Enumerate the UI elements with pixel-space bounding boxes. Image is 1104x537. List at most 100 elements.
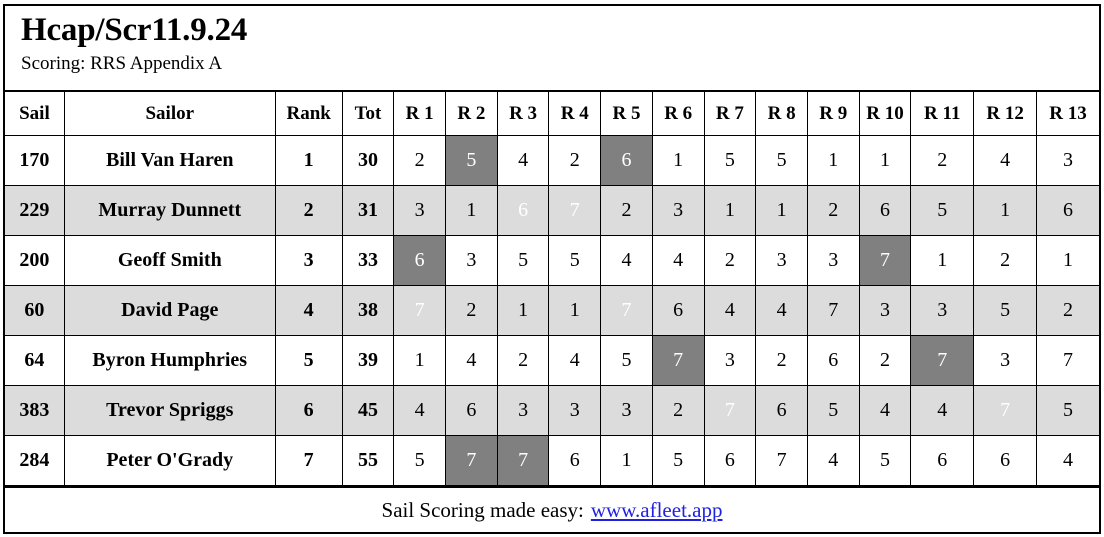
cell-race-score: 4	[600, 235, 653, 287]
column-header-race-1: R 1	[393, 92, 447, 137]
cell-rank: 3	[274, 235, 343, 287]
table-row: 60 David Page 4 38 7 2 1 1 7 6 4 4 7 3 3 5 2	[5, 285, 1099, 337]
column-header-race-11: R 11	[910, 92, 975, 137]
cell-race-score: 5	[973, 285, 1038, 337]
cell-race-score: 4	[445, 335, 498, 387]
cell-total: 33	[341, 235, 395, 287]
cell-race-score: 3	[393, 185, 447, 237]
cell-sail-number: 60	[5, 285, 65, 337]
page-title: Hcap/Scr11.9.24	[21, 12, 248, 48]
cell-race-score-discarded: 7	[910, 335, 975, 387]
cell-race-score: 3	[1036, 135, 1099, 187]
cell-sailor-name: Peter O'Grady	[63, 435, 276, 487]
cell-rank: 1	[274, 135, 343, 187]
cell-total: 31	[341, 185, 395, 237]
cell-race-score: 3	[496, 385, 550, 437]
cell-race-score: 1	[858, 135, 912, 187]
cell-race-score: 4	[755, 285, 808, 337]
header-row: Sail Sailor Rank Tot R 1R 2R 3R 4R 5R 6R…	[5, 92, 1099, 137]
cell-race-score: 6	[806, 335, 860, 387]
cell-race-score: 6	[858, 185, 912, 237]
afleet-link[interactable]: www.afleet.app	[591, 498, 723, 523]
cell-race-score: 7	[806, 285, 860, 337]
cell-race-score-discarded: 7	[858, 235, 912, 287]
cell-race-score: 1	[910, 235, 975, 287]
cell-race-score: 2	[755, 335, 808, 387]
cell-sailor-name: Byron Humphries	[63, 335, 276, 387]
cell-race-score: 1	[755, 185, 808, 237]
cell-race-score: 1	[703, 185, 757, 237]
cell-race-score: 7	[755, 435, 808, 487]
cell-sailor-name: Murray Dunnett	[63, 185, 276, 237]
cell-race-score: 4	[1036, 435, 1099, 487]
cell-race-score: 1	[496, 285, 550, 337]
cell-race-score: 6	[651, 285, 705, 337]
cell-race-score: 2	[548, 135, 602, 187]
cell-race-score: 1	[548, 285, 602, 337]
cell-sail-number: 229	[5, 185, 65, 237]
cell-race-score: 1	[1036, 235, 1099, 287]
cell-race-score: 5	[858, 435, 912, 487]
cell-race-score: 5	[548, 235, 602, 287]
cell-race-score: 4	[651, 235, 705, 287]
cell-sail-number: 170	[5, 135, 65, 187]
cell-race-score-discarded: 7	[703, 385, 757, 437]
cell-race-score: 4	[703, 285, 757, 337]
cell-race-score: 2	[858, 335, 912, 387]
cell-race-score-discarded: 7	[393, 285, 447, 337]
cell-race-score: 6	[973, 435, 1038, 487]
cell-race-score: 2	[393, 135, 447, 187]
column-header-sailor: Sailor	[63, 92, 276, 137]
cell-race-score: 2	[496, 335, 550, 387]
cell-race-score: 3	[806, 235, 860, 287]
column-header-race-5: R 5	[600, 92, 653, 137]
cell-race-score-discarded: 6	[393, 235, 447, 287]
column-header-race-9: R 9	[806, 92, 860, 137]
column-header-race-13: R 13	[1036, 92, 1099, 137]
cell-race-score-discarded: 7	[548, 185, 602, 237]
cell-total: 38	[341, 285, 395, 337]
cell-race-score: 3	[910, 285, 975, 337]
cell-race-score: 1	[445, 185, 498, 237]
cell-rank: 2	[274, 185, 343, 237]
results-table: Sail Sailor Rank Tot R 1R 2R 3R 4R 5R 6R…	[5, 92, 1099, 487]
cell-race-score-discarded: 7	[445, 435, 498, 487]
cell-total: 39	[341, 335, 395, 387]
cell-race-score-discarded: 7	[600, 285, 653, 337]
cell-race-score: 2	[445, 285, 498, 337]
page-root: Hcap/Scr11.9.24 Scoring: RRS Appendix A …	[0, 0, 1104, 537]
table-row: 284 Peter O'Grady 7 55 5 7 7 6 1 5 6 7 4 5 6 6 4	[5, 435, 1099, 487]
cell-race-score: 4	[973, 135, 1038, 187]
cell-race-score: 1	[806, 135, 860, 187]
cell-race-score: 1	[393, 335, 447, 387]
cell-race-score: 3	[858, 285, 912, 337]
column-header-race-3: R 3	[496, 92, 550, 137]
column-header-race-8: R 8	[755, 92, 808, 137]
cell-sailor-name: Geoff Smith	[63, 235, 276, 287]
cell-sail-number: 383	[5, 385, 65, 437]
cell-race-score: 3	[755, 235, 808, 287]
cell-race-score: 5	[393, 435, 447, 487]
cell-race-score-discarded: 6	[600, 135, 653, 187]
column-header-race-12: R 12	[973, 92, 1038, 137]
cell-race-score: 5	[1036, 385, 1099, 437]
cell-sail-number: 64	[5, 335, 65, 387]
cell-sail-number: 284	[5, 435, 65, 487]
cell-race-score: 1	[973, 185, 1038, 237]
cell-race-score: 6	[755, 385, 808, 437]
cell-sailor-name: David Page	[63, 285, 276, 337]
cell-rank: 5	[274, 335, 343, 387]
cell-sail-number: 200	[5, 235, 65, 287]
cell-race-score: 2	[806, 185, 860, 237]
cell-total: 55	[341, 435, 395, 487]
scoring-system-subtitle: Scoring: RRS Appendix A	[21, 52, 223, 74]
cell-total: 30	[341, 135, 395, 187]
cell-race-score: 2	[703, 235, 757, 287]
cell-race-score: 1	[600, 435, 653, 487]
cell-race-score: 2	[973, 235, 1038, 287]
cell-race-score: 7	[1036, 335, 1099, 387]
table-row: 383 Trevor Spriggs 6 45 4 6 3 3 3 2 7 6 5 4 4 7 5	[5, 385, 1099, 437]
cell-sailor-name: Trevor Spriggs	[63, 385, 276, 437]
column-header-rank: Rank	[274, 92, 343, 137]
cell-race-score: 6	[703, 435, 757, 487]
